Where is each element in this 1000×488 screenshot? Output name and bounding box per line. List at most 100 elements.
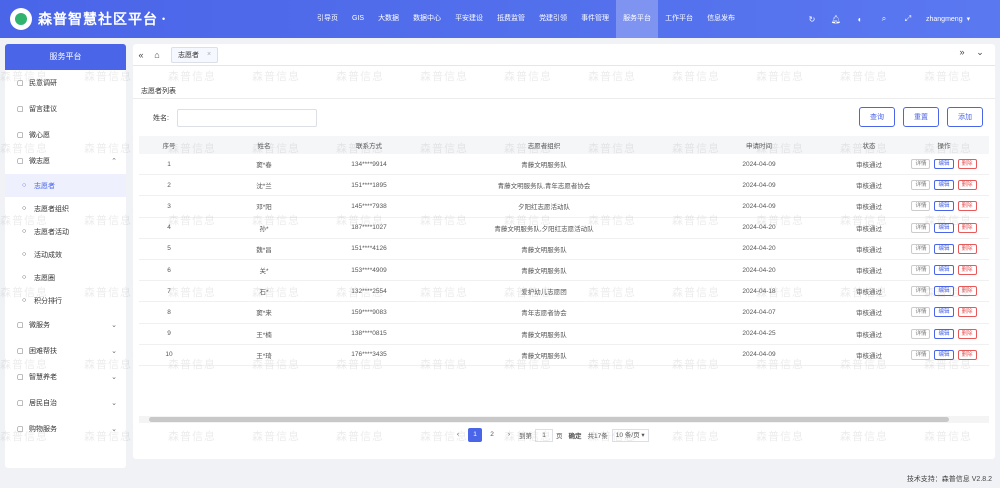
sidebar-subitem[interactable]: ○ 志愿者活动 — [5, 220, 126, 243]
delete-button[interactable]: 删除 — [957, 201, 977, 212]
delete-button[interactable]: 删除 — [957, 180, 977, 191]
detail-button[interactable]: 详情 — [911, 201, 931, 212]
sidebar-item[interactable]: ▢ 居民自治 ⌄ — [5, 390, 126, 416]
bell-icon[interactable]: 🔔︎ — [824, 15, 848, 24]
table-cell: 2024-04-09 — [742, 202, 776, 210]
sidebar-item-label: 微心愿 — [29, 132, 50, 139]
chevron-up-icon[interactable]: ⌃ — [111, 157, 117, 165]
detail-button[interactable]: 详情 — [911, 349, 931, 360]
topnav-item[interactable]: 事件管理 — [574, 0, 616, 38]
sidebar-item[interactable]: ▢ 微心愿 — [5, 122, 126, 148]
delete-button[interactable]: 删除 — [957, 159, 977, 170]
sidebar-subitem[interactable]: ○ 志愿圈 — [5, 266, 126, 289]
heart-icon: ▢ — [17, 132, 24, 139]
table-cell: 审核通过 — [856, 204, 882, 212]
refresh-icon[interactable]: ↻ — [800, 15, 824, 24]
topnav-item[interactable]: 抵费监管 — [490, 0, 532, 38]
sidebar-item[interactable]: ▢ 智慧养老 ⌄ — [5, 364, 126, 390]
table-cell: 151****4126 — [351, 245, 387, 253]
chevron-down-icon[interactable]: ⌄ — [111, 425, 117, 433]
query-button[interactable]: 查询 — [859, 107, 895, 127]
topnav-item[interactable]: 信息发布 — [700, 0, 742, 38]
sidebar-item[interactable]: ▢ 微服务 ⌄ — [5, 312, 126, 338]
delete-button[interactable]: 删除 — [957, 286, 977, 297]
page-number[interactable]: 1 — [468, 428, 482, 442]
prev-page-icon[interactable]: ‹ — [451, 428, 465, 442]
chevron-down-icon[interactable]: ⌄ — [111, 399, 117, 407]
detail-button[interactable]: 详情 — [911, 286, 931, 297]
topnav-item[interactable]: GIS — [345, 0, 371, 38]
user-name[interactable]: zhangmeng — [926, 16, 963, 23]
edit-button[interactable]: 编辑 — [934, 328, 954, 339]
sidebar-item[interactable]: ▢ 困难帮扶 ⌄ — [5, 338, 126, 364]
edit-button[interactable]: 编辑 — [934, 159, 954, 170]
reset-button[interactable]: 重置 — [903, 107, 939, 127]
home-icon[interactable]: ⌂ — [149, 50, 165, 60]
edit-button[interactable]: 编辑 — [934, 265, 954, 276]
delete-button[interactable]: 删除 — [957, 307, 977, 318]
chevron-left-double-icon[interactable]: « — [133, 50, 149, 60]
theme-icon[interactable]: ◐ — [848, 15, 872, 24]
scrollbar-thumb[interactable] — [149, 417, 949, 422]
add-button[interactable]: 添加 — [947, 107, 983, 127]
sidebar-subitem[interactable]: ○ 活动成效 — [5, 243, 126, 266]
topnav-item[interactable]: 平安建设 — [448, 0, 490, 38]
edit-button[interactable]: 编辑 — [934, 307, 954, 318]
tab-volunteer[interactable]: 志愿者 × — [171, 46, 219, 63]
page-size-select[interactable]: 10 条/页 ▾ — [611, 428, 649, 442]
detail-button[interactable]: 详情 — [911, 243, 931, 254]
table-row: 5 魏*昌 151****4126 青藤文明服务队 2024-04-20 审核通过 详情 编辑… — [139, 239, 989, 260]
close-icon[interactable]: × — [207, 51, 211, 58]
table-cell: 1 — [167, 160, 171, 168]
edit-button[interactable]: 编辑 — [934, 349, 954, 360]
name-input[interactable] — [177, 109, 317, 127]
sidebar-item[interactable]: ▢ 微志愿 ⌃ — [5, 148, 126, 174]
topnav-item[interactable]: 大数据 — [371, 0, 406, 38]
detail-button[interactable]: 详情 — [911, 328, 931, 339]
sidebar-subitem[interactable]: ○ 积分排行 — [5, 289, 126, 312]
detail-button[interactable]: 详情 — [911, 307, 931, 318]
delete-button[interactable]: 删除 — [957, 243, 977, 254]
sidebar: 服务平台 ▢ 民意调研 ▢ 留言建议 ▢ 微心愿 ▢ 微志愿 ⌃ ○ 志愿者 ○ 志愿者组织 ○ 志愿者活动… — [5, 44, 126, 468]
edit-button[interactable]: 编辑 — [934, 286, 954, 297]
table-row: 3 邓*阳 145****7938 夕阳红志愿活动队 2024-04-09 审核通过 详情编… — [139, 196, 989, 218]
detail-button[interactable]: 详情 — [911, 159, 931, 170]
chevron-down-icon[interactable]: ⌄ — [971, 47, 989, 58]
tab-bar: « ⌂ 志愿者 × » ⌄ — [133, 44, 995, 66]
delete-button[interactable]: 删除 — [957, 328, 977, 339]
search-icon[interactable]: ⌕ — [872, 14, 896, 24]
delete-button[interactable]: 删除 — [957, 222, 977, 233]
sidebar-subitem[interactable]: ○ 志愿者 — [5, 174, 126, 197]
chevron-down-icon[interactable]: ⌄ — [111, 373, 117, 381]
goto-confirm-button[interactable]: 确定 — [569, 430, 582, 440]
sidebar-item[interactable]: ▢ 留言建议 — [5, 96, 126, 122]
topnav-item[interactable]: 数据中心 — [406, 0, 448, 38]
edit-button[interactable]: 编辑 — [934, 222, 954, 233]
topnav-item[interactable]: 工作平台 — [658, 0, 700, 38]
page-number[interactable]: 2 — [485, 428, 499, 442]
sidebar-item[interactable]: ▢ 民意调研 — [5, 70, 126, 96]
delete-button[interactable]: 删除 — [957, 349, 977, 360]
edit-button[interactable]: 编辑 — [934, 180, 954, 191]
name-label: 姓名: — [153, 115, 169, 122]
chevron-down-icon[interactable]: ⌄ — [111, 321, 117, 329]
chevron-right-double-icon[interactable]: » — [953, 47, 971, 58]
edit-button[interactable]: 编辑 — [934, 201, 954, 212]
horizontal-scrollbar[interactable] — [139, 416, 989, 423]
fullscreen-icon[interactable]: ⤢ — [896, 14, 920, 24]
next-page-icon[interactable]: › — [502, 428, 516, 442]
chevron-down-icon[interactable]: ▾ — [967, 15, 971, 23]
goto-input[interactable]: 1 — [535, 428, 553, 442]
topnav-item[interactable]: 服务平台 — [616, 0, 659, 38]
detail-button[interactable]: 详情 — [911, 222, 931, 233]
table-row: 7 石* 132****2554 爱护幼儿志愿团 2024-04-18 审核通过 详情 编辑删… — [139, 281, 989, 303]
sidebar-subitem[interactable]: ○ 志愿者组织 — [5, 197, 126, 220]
detail-button[interactable]: 详情 — [911, 180, 931, 191]
topnav-item[interactable]: 党建引领 — [532, 0, 574, 38]
detail-button[interactable]: 详情 — [911, 265, 931, 276]
chevron-down-icon[interactable]: ⌄ — [111, 347, 117, 355]
sidebar-item[interactable]: ▢ 购物服务 ⌄ — [5, 416, 126, 442]
delete-button[interactable]: 删除 — [957, 265, 977, 276]
edit-button[interactable]: 编辑 — [934, 243, 954, 254]
topnav-item[interactable]: 引导页 — [310, 0, 345, 38]
